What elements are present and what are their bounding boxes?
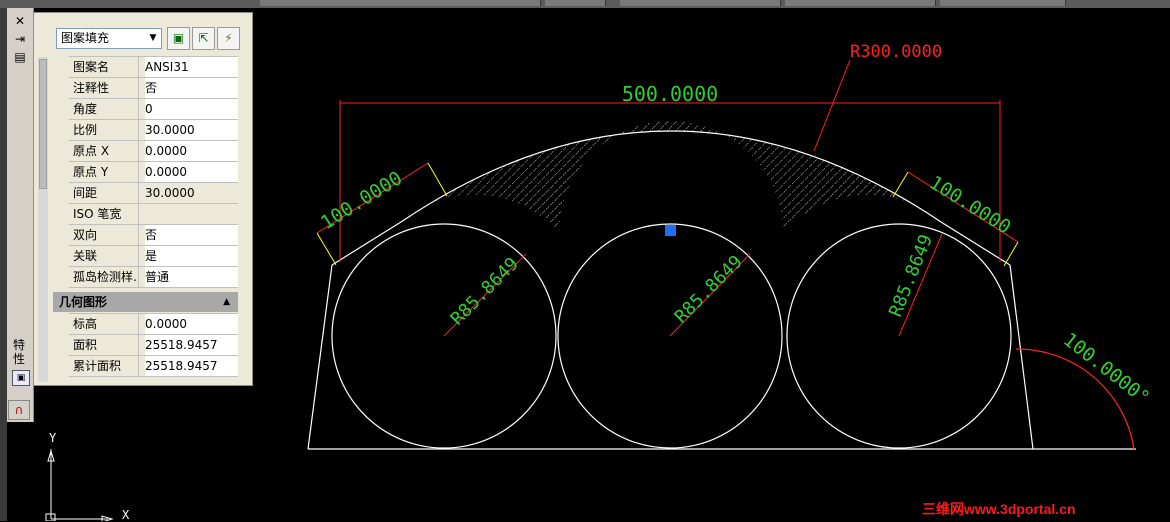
close-icon[interactable]: ✕ bbox=[12, 14, 28, 28]
property-row[interactable]: 图案名 ANSI31 bbox=[69, 57, 238, 78]
magnet-icon[interactable]: ∩ bbox=[8, 400, 30, 420]
property-value[interactable]: 0.0000 bbox=[145, 141, 238, 161]
property-key: 原点 Y bbox=[69, 162, 139, 182]
property-value[interactable]: 0.0000 bbox=[145, 162, 238, 182]
property-value[interactable]: 30.0000 bbox=[145, 183, 238, 203]
palette-tab-icon[interactable]: ▣ bbox=[12, 370, 30, 386]
outer-left-line[interactable] bbox=[307, 264, 333, 450]
properties-panel: 图案填充 ▼ ▣ ⇱ ⚡ 图案名 ANSI31 注释性否 角度 0 比例 30.000… bbox=[33, 12, 253, 386]
property-row[interactable]: 累计面积 25518.9457 bbox=[69, 356, 238, 377]
property-value[interactable]: 0 bbox=[145, 99, 238, 119]
panel-scrollbar[interactable] bbox=[38, 57, 48, 382]
property-row[interactable]: 比例 30.0000 bbox=[69, 120, 238, 141]
property-row[interactable]: 角度 0 bbox=[69, 99, 238, 120]
property-row[interactable]: 原点 X 0.0000 bbox=[69, 141, 238, 162]
dim-angle-text: 100.0000° bbox=[1059, 329, 1154, 410]
property-row[interactable]: 双向否 bbox=[69, 225, 238, 246]
property-value[interactable]: 25518.9457 bbox=[145, 356, 238, 376]
property-value[interactable]: 0.0000 bbox=[145, 314, 238, 334]
toggle-pickadd-button[interactable]: ▣ bbox=[167, 27, 190, 50]
object-type-value: 图案填充 bbox=[61, 31, 110, 45]
dim-arc-radius[interactable]: R300.0000 bbox=[813, 42, 942, 152]
property-key: 标高 bbox=[69, 314, 139, 334]
property-key: 间距 bbox=[69, 183, 139, 203]
dim-angle[interactable]: 100.0000° bbox=[1015, 329, 1154, 450]
property-value[interactable]: 25518.9457 bbox=[145, 335, 238, 355]
hatch-region[interactable] bbox=[401, 121, 941, 233]
scrollbar-thumb[interactable] bbox=[39, 59, 47, 189]
panel-header: 图案填充 ▼ ▣ ⇱ ⚡ bbox=[34, 13, 252, 57]
property-row[interactable]: 原点 Y 0.0000 bbox=[69, 162, 238, 183]
property-key: 累计面积 bbox=[69, 356, 139, 376]
property-value[interactable] bbox=[145, 204, 238, 224]
property-row[interactable]: 标高 0.0000 bbox=[69, 314, 238, 335]
property-key: 注释性 bbox=[69, 78, 139, 98]
property-key: 图案名 bbox=[69, 57, 139, 77]
property-key: 角度 bbox=[69, 99, 139, 119]
property-key: 双向 bbox=[69, 225, 139, 245]
dim-width-text: 500.0000 bbox=[622, 82, 718, 106]
property-row[interactable]: 间距 30.0000 bbox=[69, 183, 238, 204]
property-row[interactable]: 注释性否 bbox=[69, 78, 238, 99]
property-key: ISO 笔宽 bbox=[69, 204, 139, 224]
geometry-section-header[interactable]: 几何图形 ▲ bbox=[53, 292, 238, 312]
dim-radius-left[interactable]: R85.8649 bbox=[443, 253, 527, 337]
ucs-icon bbox=[45, 449, 114, 521]
property-row[interactable]: ISO 笔宽 bbox=[69, 204, 238, 225]
select-objects-button[interactable]: ⇱ bbox=[192, 27, 215, 50]
geometry-properties-grid: 标高 0.0000 面积 25518.9457 累计面积 25518.9457 bbox=[69, 313, 238, 377]
watermark: 三维网www.3dportal.cn bbox=[922, 501, 1076, 517]
pattern-properties-grid: 图案名 ANSI31 注释性否 角度 0 比例 30.0000 原点 X 0.0000 … bbox=[69, 56, 238, 288]
palette-menu-icon[interactable]: ▤ bbox=[12, 50, 28, 64]
dim-radius-middle-text: R85.8649 bbox=[671, 251, 747, 327]
property-row[interactable]: 孤岛检测样... 普通 bbox=[69, 267, 238, 288]
object-type-select[interactable]: 图案填充 ▼ bbox=[56, 28, 162, 49]
dim-arc-radius-text: R300.0000 bbox=[850, 42, 942, 62]
property-value[interactable]: 否 bbox=[145, 78, 238, 98]
dim-left-edge-text: 100.0000 bbox=[317, 167, 406, 234]
palette-title: 特性 bbox=[13, 338, 26, 366]
property-value[interactable]: 是 bbox=[145, 246, 238, 266]
property-key: 比例 bbox=[69, 120, 139, 140]
dim-radius-middle[interactable]: R85.8649 bbox=[669, 251, 751, 337]
dim-right-edge-text: 100.0000 bbox=[925, 172, 1014, 239]
palette-title-strip[interactable]: ✕ ⇥ ▤ 特性 ▣ bbox=[7, 8, 34, 422]
ucs-y-label: Y bbox=[49, 431, 57, 445]
collapse-icon: ▲ bbox=[223, 297, 230, 307]
outer-right-line[interactable] bbox=[1009, 264, 1034, 450]
property-key: 孤岛检测样... bbox=[69, 267, 139, 287]
property-value[interactable]: ANSI31 bbox=[145, 57, 238, 77]
top-toolbar-edge bbox=[0, 0, 1170, 8]
property-key: 关联 bbox=[69, 246, 139, 266]
chevron-down-icon: ▼ bbox=[149, 33, 157, 43]
quick-select-button[interactable]: ⚡ bbox=[217, 27, 240, 50]
property-row[interactable]: 面积 25518.9457 bbox=[69, 335, 238, 356]
dim-left-edge[interactable]: 100.0000 bbox=[316, 162, 448, 266]
property-value[interactable]: 30.0000 bbox=[145, 120, 238, 140]
property-row[interactable]: 关联是 bbox=[69, 246, 238, 267]
property-value[interactable]: 普通 bbox=[145, 267, 238, 287]
left-edge-bar bbox=[0, 8, 7, 521]
property-key: 原点 X bbox=[69, 141, 139, 161]
left-tangent-line[interactable] bbox=[331, 221, 402, 266]
selection-grip[interactable] bbox=[665, 225, 676, 236]
dim-radius-right[interactable]: R85.8649 bbox=[885, 232, 943, 337]
ucs-x-label: X bbox=[122, 508, 130, 522]
autohide-icon[interactable]: ⇥ bbox=[12, 32, 28, 46]
geometry-section-title: 几何图形 bbox=[59, 295, 108, 309]
property-value[interactable]: 否 bbox=[145, 225, 238, 245]
property-key: 面积 bbox=[69, 335, 139, 355]
dim-radius-left-text: R85.8649 bbox=[447, 253, 523, 329]
